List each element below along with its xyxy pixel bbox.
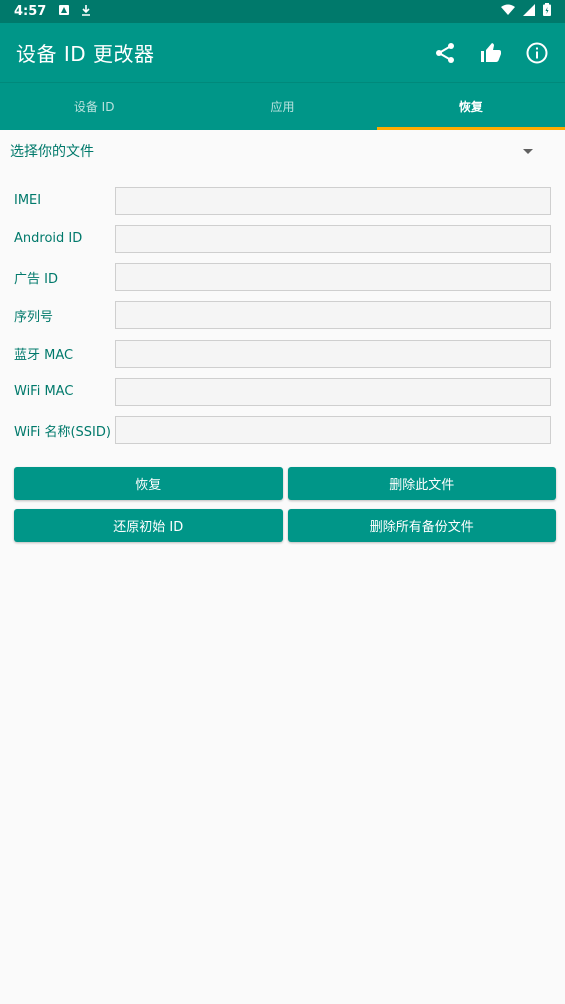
info-button[interactable] (525, 41, 549, 65)
action-buttons: 恢复 删除此文件 还原初始 ID 删除所有备份文件 (14, 467, 556, 551)
form-row-wifi-mac: WiFi MAC (14, 377, 551, 406)
file-selector-dropdown[interactable]: 选择你的文件 (0, 130, 565, 172)
android-id-label: Android ID (14, 231, 83, 247)
restore-button[interactable]: 恢复 (14, 467, 283, 500)
id-form: IMEI Android ID 广告 ID 序列号 蓝牙 MAC WiFi MA… (14, 186, 551, 454)
signal-icon (523, 3, 535, 20)
imei-label: IMEI (14, 193, 42, 208)
tab-bar: 设备 ID 应用 恢复 (0, 83, 565, 130)
info-icon (526, 42, 548, 63)
wifi-ssid-field[interactable] (115, 416, 551, 445)
wifi-mac-label: WiFi MAC (14, 384, 74, 400)
status-time: 4:57 (14, 4, 47, 19)
tab-label: 恢复 (458, 100, 483, 114)
wifi-icon (501, 4, 515, 20)
form-row-bluetooth-mac: 蓝牙 MAC (14, 339, 551, 368)
tab-label: 应用 (270, 100, 295, 114)
serial-field[interactable] (115, 301, 551, 330)
share-button[interactable] (433, 41, 457, 65)
notification-icon (58, 4, 70, 19)
wifi-ssid-label: WiFi 名称(SSID) (14, 424, 111, 440)
imei-field[interactable] (115, 186, 551, 215)
ad-id-field[interactable] (115, 263, 551, 292)
delete-all-backups-button[interactable]: 删除所有备份文件 (287, 509, 556, 542)
app-title: 设备 ID 更改器 (16, 42, 155, 66)
wifi-mac-field[interactable] (115, 377, 551, 406)
download-icon (80, 4, 92, 19)
thumbs-up-icon (481, 42, 501, 62)
bluetooth-mac-field[interactable] (115, 339, 551, 368)
tab-apps[interactable]: 应用 (188, 83, 376, 130)
file-selector-label: 选择你的文件 (10, 144, 94, 160)
ad-id-label: 广告 ID (14, 271, 58, 287)
form-row-serial: 序列号 (14, 301, 551, 330)
restore-original-id-button[interactable]: 还原初始 ID (14, 509, 283, 542)
share-icon (436, 42, 454, 63)
delete-file-button[interactable]: 删除此文件 (287, 467, 556, 500)
form-row-android-id: Android ID (14, 224, 551, 253)
app-bar: 设备 ID 更改器 (0, 23, 565, 83)
like-button[interactable] (479, 41, 503, 65)
battery-icon (543, 3, 551, 20)
tab-device-id[interactable]: 设备 ID (0, 83, 188, 130)
android-id-field[interactable] (115, 224, 551, 253)
dropdown-arrow-icon (523, 148, 533, 154)
form-row-wifi-ssid: WiFi 名称(SSID) (14, 416, 551, 445)
status-bar: 4:57 (0, 0, 565, 23)
tab-label: 设备 ID (73, 100, 115, 114)
form-row-ad-id: 广告 ID (14, 263, 551, 292)
serial-label: 序列号 (14, 309, 54, 325)
bluetooth-mac-label: 蓝牙 MAC (14, 348, 74, 364)
form-row-imei: IMEI (14, 186, 551, 215)
tab-restore[interactable]: 恢复 (376, 83, 565, 130)
